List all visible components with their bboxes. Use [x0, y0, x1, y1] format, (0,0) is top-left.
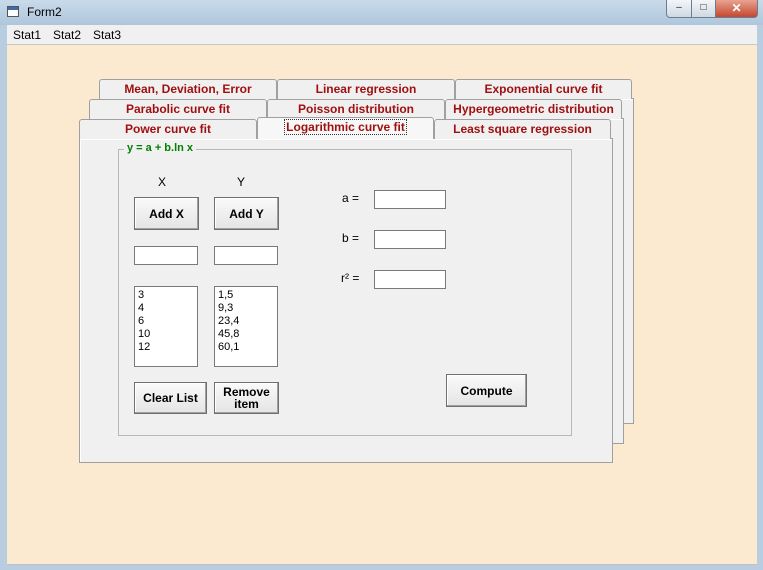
x-values-list[interactable]: 3 4 6 10 12 [134, 286, 198, 367]
x-list-item[interactable]: 12 [138, 341, 194, 354]
r2-label: r² = [341, 271, 360, 285]
a-label: a = [342, 191, 360, 205]
window-title: Form2 [27, 5, 62, 19]
tab-parabolic-curve-fit[interactable]: Parabolic curve fit [89, 99, 267, 119]
tab-hypergeometric-distribution[interactable]: Hypergeometric distribution [445, 99, 622, 119]
y-column-header: Y [237, 175, 246, 189]
close-button[interactable]: ✕ [715, 0, 758, 18]
x-column-header: X [158, 175, 167, 189]
tab-mean-deviation-error[interactable]: Mean, Deviation, Error [99, 79, 277, 99]
y-list-item[interactable]: 60,1 [218, 341, 274, 354]
tab-logarithmic-label: Logarithmic curve fit [284, 119, 407, 135]
compute-button[interactable]: Compute [446, 374, 527, 407]
title-bar: Form2 – □ ✕ [0, 0, 763, 25]
tab-logarithmic-curve-fit[interactable]: Logarithmic curve fit [257, 117, 434, 139]
b-label: b = [342, 231, 360, 245]
app-icon [7, 6, 19, 17]
x-list-item[interactable]: 3 [138, 289, 194, 302]
add-x-button[interactable]: Add X [134, 197, 199, 230]
y-list-item[interactable]: 9,3 [218, 302, 274, 315]
y-list-item[interactable]: 1,5 [218, 289, 274, 302]
menu-bar: Stat1 Stat2 Stat3 [7, 25, 757, 45]
tab-exponential-curve-fit[interactable]: Exponential curve fit [455, 79, 632, 99]
tab-power-curve-fit[interactable]: Power curve fit [79, 119, 257, 139]
y-values-list[interactable]: 1,5 9,3 23,4 45,8 60,1 [214, 286, 278, 367]
tab-least-square-regression[interactable]: Least square regression [434, 119, 611, 139]
y-list-item[interactable]: 23,4 [218, 315, 274, 328]
a-result-field[interactable] [374, 190, 446, 209]
menu-stat3[interactable]: Stat3 [93, 28, 121, 42]
tab-poisson-distribution[interactable]: Poisson distribution [267, 99, 445, 119]
x-list-item[interactable]: 10 [138, 328, 194, 341]
clear-list-button[interactable]: Clear List [134, 382, 207, 414]
x-input[interactable] [134, 246, 198, 265]
x-list-item[interactable]: 6 [138, 315, 194, 328]
equation-title: y = a + b.ln x [124, 142, 197, 154]
y-input[interactable] [214, 246, 278, 265]
remove-item-button[interactable]: Remove item [214, 382, 279, 414]
tab-linear-regression[interactable]: Linear regression [277, 79, 455, 99]
menu-stat1[interactable]: Stat1 [13, 28, 41, 42]
minimize-button[interactable]: – [666, 0, 692, 18]
b-result-field[interactable] [374, 230, 446, 249]
add-y-button[interactable]: Add Y [214, 197, 279, 230]
r2-result-field[interactable] [374, 270, 446, 289]
menu-stat2[interactable]: Stat2 [53, 28, 81, 42]
y-list-item[interactable]: 45,8 [218, 328, 274, 341]
x-list-item[interactable]: 4 [138, 302, 194, 315]
maximize-button[interactable]: □ [691, 0, 716, 18]
